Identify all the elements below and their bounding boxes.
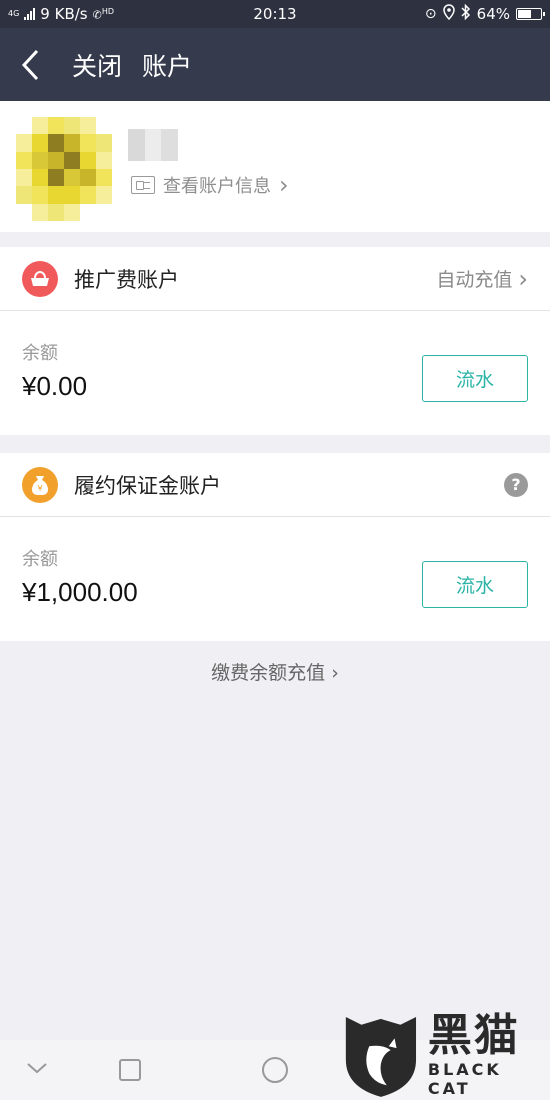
location-icon [442,4,455,24]
promo-account-header: 推广费账户 自动充值 › [0,247,550,311]
profile-section: 查看账户信息 › [0,101,550,232]
bluetooth-icon [461,3,471,24]
promo-balance-value: ¥0.00 [22,371,88,401]
back-button[interactable] [0,28,60,101]
id-card-icon [131,176,155,194]
network-type-label: 4G [8,9,20,18]
help-icon[interactable]: ? [504,472,528,497]
promo-account-title: 推广费账户 [74,267,179,292]
money-pouch-icon: ¥ [22,466,58,503]
money-bag-icon [22,260,58,297]
auto-recharge-label: 自动充值 [436,269,513,291]
view-account-info-link[interactable]: 查看账户信息 › [131,171,289,199]
status-bar: 4G 9 KB/s ✆HD 20:13 ⊙ 64% [0,0,550,28]
cat-shield-icon [345,1016,417,1097]
hd-call-icon: ✆HD [92,6,115,22]
view-account-info-label: 查看账户信息 [163,176,271,197]
recent-apps-icon[interactable] [118,1058,142,1086]
page-title: 账户 [142,51,193,81]
deposit-flow-button[interactable]: 流水 [422,561,528,608]
payment-balance-recharge-link[interactable]: 缴费余额充值 › [0,658,550,685]
deposit-account-title: 履约保证金账户 [74,473,221,498]
chevron-right-icon: › [518,264,528,293]
watermark-en-text: BLACK CAT [427,1060,502,1098]
watermark-logo: 黑猫 BLACK CAT [340,1010,550,1100]
deposit-account-header: ¥ 履约保证金账户 ? [0,453,550,517]
svg-text:¥: ¥ [37,484,42,493]
deposit-account-body: 余额 ¥1,000.00 流水 [0,517,550,641]
net-speed: 9 KB/s [40,5,88,23]
auto-recharge-link[interactable]: 自动充值 › [436,265,528,292]
avatar[interactable] [16,117,112,221]
deposit-balance-value: ¥1,000.00 [22,577,138,607]
battery-icon [516,8,545,20]
promo-account-card: 推广费账户 自动充值 › 余额 ¥0.00 流水 [0,247,550,435]
promo-flow-button[interactable]: 流水 [422,355,528,402]
deposit-account-card: ¥ 履约保证金账户 ? 余额 ¥1,000.00 流水 [0,453,550,641]
rotation-lock-icon: ⊙ [424,6,437,22]
balance-label: 余额 [22,549,58,570]
signal-icon [24,8,36,20]
chevron-right-icon: › [279,171,289,199]
watermark-cn-text: 黑猫 [427,1010,520,1061]
battery-percent: 64% [476,5,510,23]
home-icon[interactable] [261,1056,289,1088]
chevron-left-icon [21,49,39,80]
balance-label: 余额 [22,343,58,364]
promo-account-body: 余额 ¥0.00 流水 [0,311,550,435]
top-nav-bar: 关闭 账户 [0,28,550,101]
close-button[interactable]: 关闭 [72,47,122,83]
chevron-down-icon[interactable] [26,1060,48,1079]
account-name-blurred [128,129,178,161]
